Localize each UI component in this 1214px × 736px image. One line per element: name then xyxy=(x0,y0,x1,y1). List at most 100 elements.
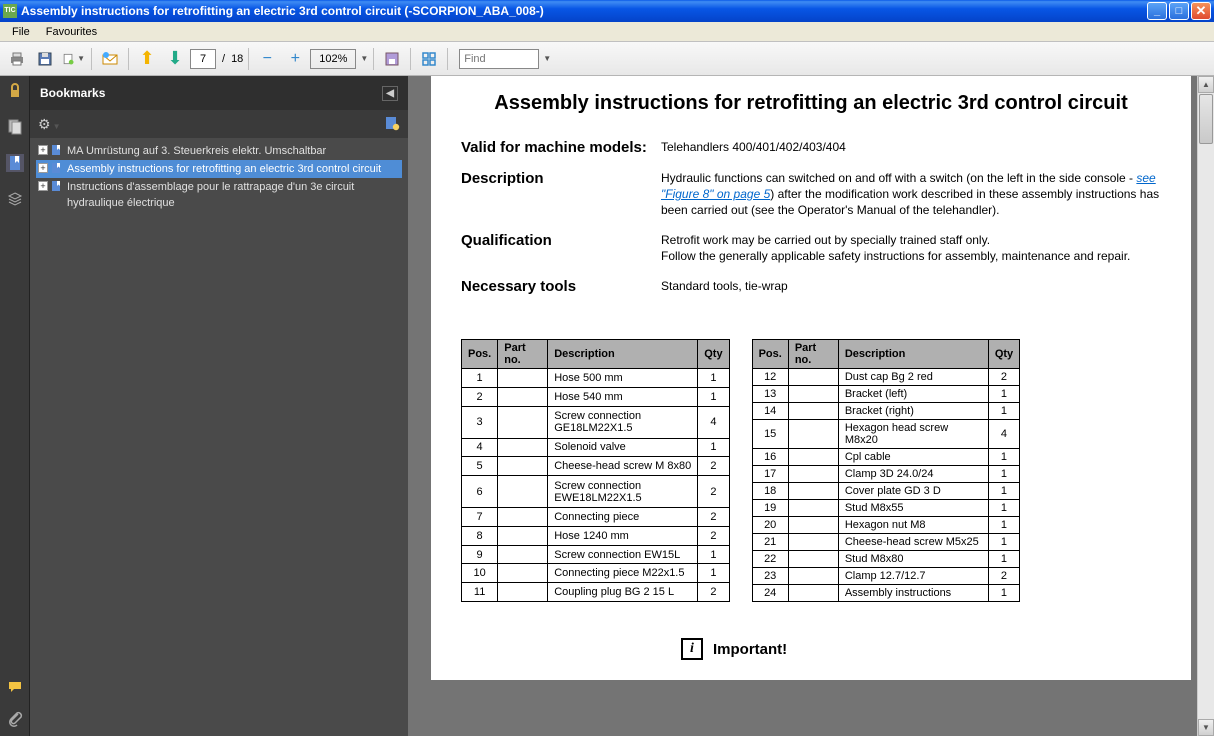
toolbar: ▼ ⬆ ⬇ / 18 − + 102% ▼ ▼ xyxy=(0,42,1214,76)
table-row: 24Assembly instructions1 xyxy=(752,585,1020,602)
bookmarks-new-icon[interactable] xyxy=(384,115,400,134)
bookmark-icon xyxy=(51,162,63,174)
bookmark-label: Instructions d'assemblage pour le rattra… xyxy=(67,179,400,211)
th-part: Part no. xyxy=(788,340,838,369)
layers-icon[interactable] xyxy=(6,190,24,208)
zoom-out-button[interactable]: − xyxy=(254,46,280,72)
expand-icon[interactable]: + xyxy=(38,163,48,173)
expand-icon[interactable]: + xyxy=(38,181,48,191)
security-icon[interactable] xyxy=(6,82,24,100)
qualification-label: Qualification xyxy=(461,232,661,264)
th-pos: Pos. xyxy=(462,340,498,369)
table-row: 3Screw connection GE18LM22X1.54 xyxy=(462,406,730,438)
table-row: 21Cheese-head screw M5x251 xyxy=(752,534,1020,551)
page-separator: / xyxy=(222,53,225,65)
find-input[interactable] xyxy=(459,49,539,69)
table-row: 17Clamp 3D 24.0/241 xyxy=(752,466,1020,483)
close-button[interactable]: ✕ xyxy=(1191,2,1211,20)
save-button[interactable] xyxy=(32,46,58,72)
bookmarks-heading: Bookmarks xyxy=(40,86,105,100)
menubar: File Favourites xyxy=(0,22,1214,42)
description-value: Hydraulic functions can switched on and … xyxy=(661,170,1161,218)
table-row: 12Dust cap Bg 2 red2 xyxy=(752,369,1020,386)
bookmarks-icon[interactable] xyxy=(6,154,24,172)
table-row: 11Coupling plug BG 2 15 L2 xyxy=(462,583,730,602)
table-row: 14Bracket (right)1 xyxy=(752,403,1020,420)
th-pos: Pos. xyxy=(752,340,788,369)
parts-table-2: Pos. Part no. Description Qty 12Dust cap… xyxy=(752,339,1021,602)
valid-for-value: Telehandlers 400/401/402/403/404 xyxy=(661,139,1161,156)
window-title: Assembly instructions for retrofitting a… xyxy=(21,4,1147,18)
print-button[interactable] xyxy=(4,46,30,72)
fullscreen-button[interactable] xyxy=(416,46,442,72)
description-label: Description xyxy=(461,170,661,218)
doc-title: Assembly instructions for retrofitting a… xyxy=(461,92,1161,115)
zoom-level[interactable]: 102% xyxy=(310,49,356,69)
table-row: 13Bracket (left)1 xyxy=(752,386,1020,403)
window-titlebar: TIC Assembly instructions for retrofitti… xyxy=(0,0,1214,22)
save-copy-button[interactable] xyxy=(379,46,405,72)
table-row: 22Stud M8x801 xyxy=(752,551,1020,568)
document-viewport: Assembly instructions for retrofitting a… xyxy=(408,76,1214,736)
zoom-in-button[interactable]: + xyxy=(282,46,308,72)
page-up-button[interactable]: ⬆ xyxy=(134,46,160,72)
attachment-icon[interactable] xyxy=(6,710,24,728)
table-row: 9Screw connection EW15L1 xyxy=(462,545,730,564)
email-button[interactable] xyxy=(97,46,123,72)
bookmark-icon xyxy=(51,180,63,192)
tools-value: Standard tools, tie-wrap xyxy=(661,278,1161,295)
info-icon: i xyxy=(681,638,703,660)
table-row: 2Hose 540 mm1 xyxy=(462,387,730,406)
table-row: 8Hose 1240 mm2 xyxy=(462,526,730,545)
zoom-dropdown-icon[interactable]: ▼ xyxy=(360,54,368,63)
page-number-input[interactable] xyxy=(190,49,216,69)
document-page: Assembly instructions for retrofitting a… xyxy=(431,76,1191,680)
attach-button[interactable]: ▼ xyxy=(60,46,86,72)
bookmark-icon xyxy=(51,144,63,156)
scroll-down-button[interactable]: ▼ xyxy=(1198,719,1214,736)
nav-rail xyxy=(0,76,30,736)
menu-favourites[interactable]: Favourites xyxy=(38,24,105,40)
minimize-button[interactable]: _ xyxy=(1147,2,1167,20)
page-total: 18 xyxy=(231,53,243,65)
tools-label: Necessary tools xyxy=(461,278,661,295)
table-row: 6Screw connection EWE18LM22X1.52 xyxy=(462,476,730,508)
th-part: Part no. xyxy=(498,340,548,369)
maximize-button[interactable]: □ xyxy=(1169,2,1189,20)
qualification-value: Retrofit work may be carried out by spec… xyxy=(661,232,1161,264)
bookmarks-options-icon[interactable]: ⚙▼ xyxy=(38,116,60,133)
valid-for-label: Valid for machine models: xyxy=(461,139,661,156)
table-row: 4Solenoid valve1 xyxy=(462,438,730,457)
menu-file[interactable]: File xyxy=(4,24,38,40)
bookmarks-tree: + MA Umrüstung auf 3. Steuerkreis elektr.… xyxy=(30,138,408,736)
th-desc: Description xyxy=(548,340,698,369)
comment-icon[interactable] xyxy=(6,678,24,696)
table-row: 19Stud M8x551 xyxy=(752,500,1020,517)
important-label: Important! xyxy=(713,641,787,658)
table-row: 15Hexagon head screw M8x204 xyxy=(752,420,1020,449)
table-row: 10Connecting piece M22x1.51 xyxy=(462,564,730,583)
th-desc: Description xyxy=(838,340,988,369)
collapse-panel-button[interactable]: ◀ xyxy=(382,86,398,101)
table-row: 5Cheese-head screw M 8x802 xyxy=(462,457,730,476)
bookmark-label: Assembly instructions for retrofitting a… xyxy=(67,161,400,177)
bookmark-item[interactable]: + Instructions d'assemblage pour le rattr… xyxy=(36,178,402,212)
find-dropdown-icon[interactable]: ▼ xyxy=(543,54,551,63)
bookmark-item[interactable]: + Assembly instructions for retrofitting … xyxy=(36,160,402,178)
table-row: 7Connecting piece2 xyxy=(462,508,730,527)
table-row: 18Cover plate GD 3 D1 xyxy=(752,483,1020,500)
bookmark-label: MA Umrüstung auf 3. Steuerkreis elektr. … xyxy=(67,143,400,159)
table-row: 16Cpl cable1 xyxy=(752,449,1020,466)
page-down-button[interactable]: ⬇ xyxy=(162,46,188,72)
scroll-thumb[interactable] xyxy=(1199,94,1213,144)
expand-icon[interactable]: + xyxy=(38,145,48,155)
bookmarks-panel: Bookmarks ◀ ⚙▼ + MA Umrüstung auf 3. Steu… xyxy=(30,76,408,736)
pages-icon[interactable] xyxy=(6,118,24,136)
table-row: 1Hose 500 mm1 xyxy=(462,369,730,388)
app-icon: TIC xyxy=(3,4,17,18)
table-row: 23Clamp 12.7/12.72 xyxy=(752,568,1020,585)
bookmark-item[interactable]: + MA Umrüstung auf 3. Steuerkreis elektr.… xyxy=(36,142,402,160)
scroll-up-button[interactable]: ▲ xyxy=(1198,76,1214,93)
vertical-scrollbar[interactable]: ▲ ▼ xyxy=(1197,76,1214,736)
parts-table-1: Pos. Part no. Description Qty 1Hose 500 … xyxy=(461,339,730,602)
